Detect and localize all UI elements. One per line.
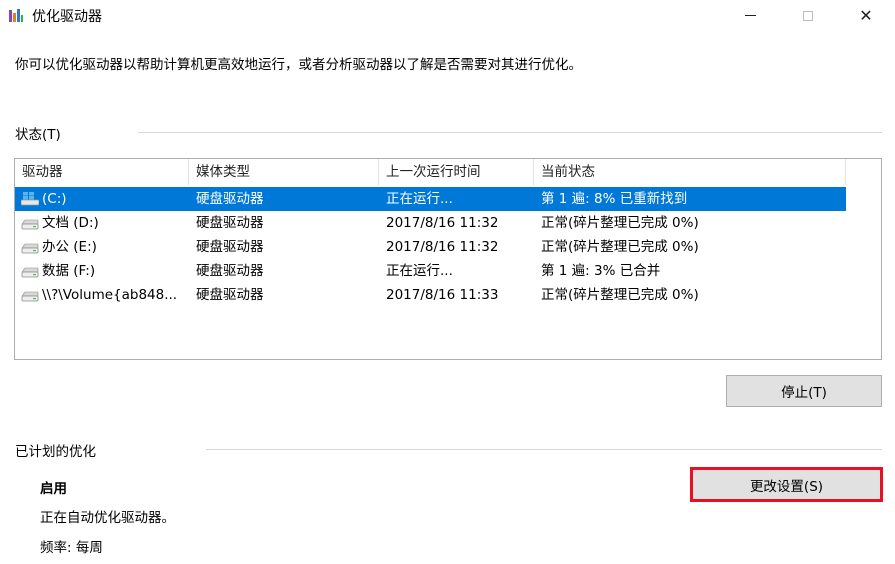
hard-drive-icon: [21, 267, 39, 278]
column-header-media[interactable]: 媒体类型: [189, 159, 379, 185]
hard-drive-icon: [21, 243, 39, 254]
change-settings-button[interactable]: 更改设置(S): [690, 467, 883, 502]
windows-drive-icon: [21, 192, 39, 206]
schedule-detail: 正在自动优化驱动器。: [40, 510, 175, 526]
drive-name: 数据 (F:): [42, 263, 96, 279]
stop-button[interactable]: 停止(T): [726, 375, 882, 407]
title-bar: 优化驱动器 ✕: [0, 0, 895, 31]
defrag-app-icon: [9, 9, 23, 22]
window-title: 优化驱动器: [32, 9, 102, 25]
scheduled-group-label: 已计划的优化: [15, 444, 96, 460]
status-group-label: 状态(T): [15, 127, 61, 143]
drive-name: 文档 (D:): [42, 215, 99, 231]
description-text: 你可以优化驱动器以帮助计算机更高效地运行，或者分析驱动器以了解是否需要对其进行优…: [15, 57, 582, 73]
media-type: 硬盘驱动器: [196, 287, 264, 303]
last-run-time: 正在运行...: [386, 191, 453, 207]
current-status: 正常(碎片整理已完成 0%): [541, 215, 699, 231]
schedule-frequency: 频率: 每周: [40, 540, 103, 556]
schedule-state: 启用: [40, 481, 67, 497]
media-type: 硬盘驱动器: [196, 263, 264, 279]
media-type: 硬盘驱动器: [196, 191, 264, 207]
maximize-button[interactable]: [785, 0, 831, 31]
minimize-button[interactable]: [727, 0, 773, 31]
drive-row-volume[interactable]: \\?\Volume{ab848... 硬盘驱动器 2017/8/16 11:3…: [15, 283, 846, 307]
column-header-status[interactable]: 当前状态: [534, 159, 846, 185]
drive-row-f[interactable]: 数据 (F:) 硬盘驱动器 正在运行... 第 1 遍: 3% 已合并: [15, 259, 846, 283]
drive-name: (C:): [42, 191, 67, 207]
current-status: 第 1 遍: 3% 已合并: [541, 263, 661, 279]
status-divider: [138, 132, 882, 133]
current-status: 正常(碎片整理已完成 0%): [541, 287, 699, 303]
last-run-time: 2017/8/16 11:32: [386, 239, 499, 255]
hard-drive-icon: [21, 219, 39, 230]
list-header: 驱动器 媒体类型 上一次运行时间 当前状态: [15, 159, 881, 185]
maximize-icon: [803, 10, 813, 21]
last-run-time: 正在运行...: [386, 263, 453, 279]
drive-row-d[interactable]: 文档 (D:) 硬盘驱动器 2017/8/16 11:32 正常(碎片整理已完成…: [15, 211, 846, 235]
scheduled-divider: [206, 449, 882, 450]
drive-name: \\?\Volume{ab848...: [42, 287, 178, 303]
column-header-last-run[interactable]: 上一次运行时间: [379, 159, 534, 185]
drive-row-c[interactable]: (C:) 硬盘驱动器 正在运行... 第 1 遍: 8% 已重新找到: [15, 187, 846, 211]
drive-list[interactable]: 驱动器 媒体类型 上一次运行时间 当前状态 (C:) 硬盘驱动器 正在运行...…: [14, 158, 882, 360]
last-run-time: 2017/8/16 11:33: [386, 287, 499, 303]
drive-name: 办公 (E:): [42, 239, 97, 255]
current-status: 正常(碎片整理已完成 0%): [541, 239, 699, 255]
media-type: 硬盘驱动器: [196, 215, 264, 231]
column-header-drive[interactable]: 驱动器: [15, 159, 189, 185]
hard-drive-icon: [21, 291, 39, 302]
close-icon: ✕: [859, 5, 873, 25]
last-run-time: 2017/8/16 11:32: [386, 215, 499, 231]
current-status: 第 1 遍: 8% 已重新找到: [541, 191, 688, 207]
minimize-icon: [744, 15, 756, 16]
close-button[interactable]: ✕: [843, 0, 889, 31]
media-type: 硬盘驱动器: [196, 239, 264, 255]
drive-row-e[interactable]: 办公 (E:) 硬盘驱动器 2017/8/16 11:32 正常(碎片整理已完成…: [15, 235, 846, 259]
